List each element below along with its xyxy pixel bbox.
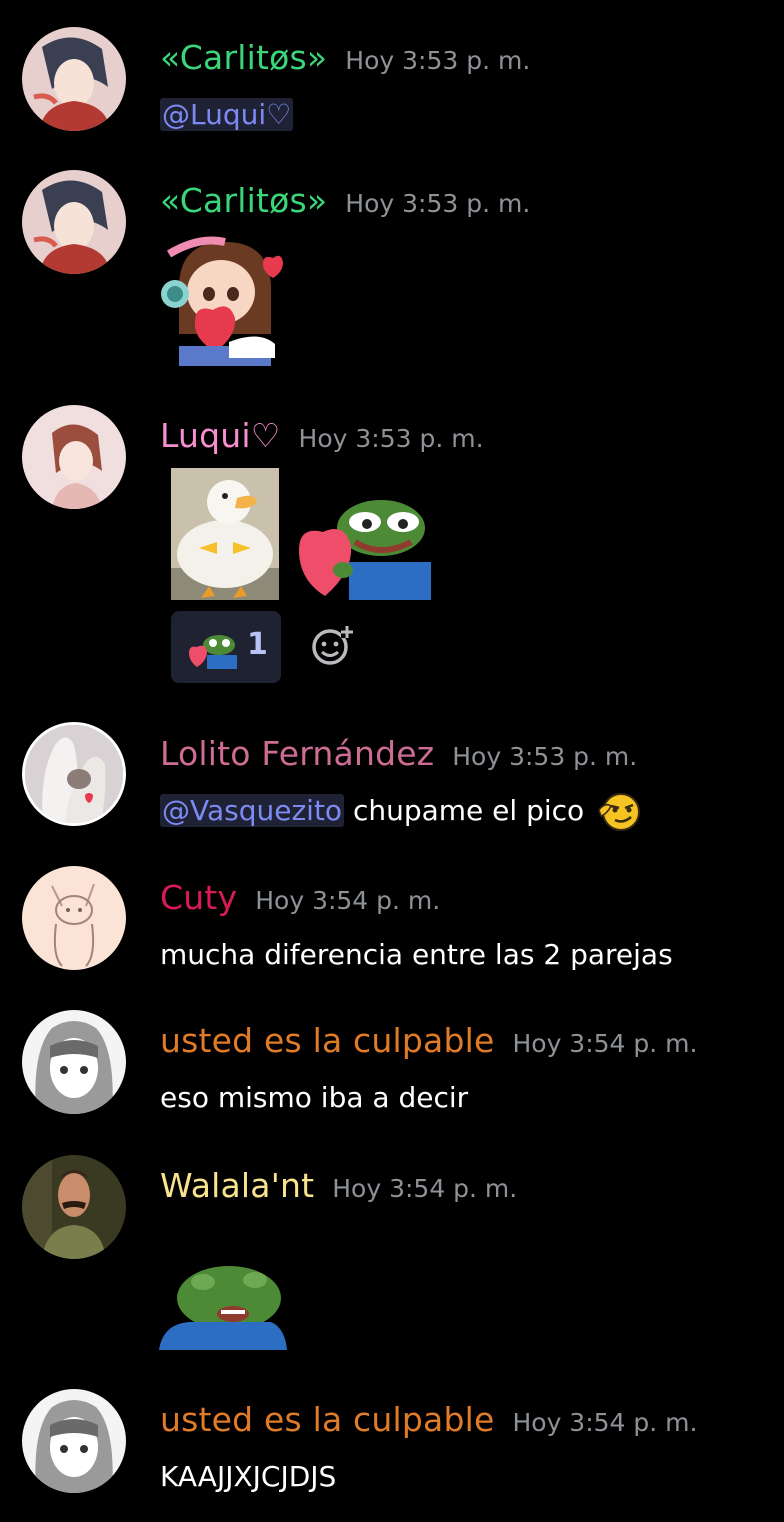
- reaction-count: 1: [247, 627, 268, 662]
- anime-boy-avatar[interactable]: [22, 170, 126, 274]
- pepe-heart-sticker[interactable]: [299, 496, 431, 600]
- duck-sticker[interactable]: [171, 468, 279, 600]
- add-reaction-icon[interactable]: [311, 624, 355, 668]
- message-text: mucha diferencia entre las 2 parejas: [160, 938, 673, 971]
- username[interactable]: «Carlitøs»: [160, 38, 327, 77]
- creature-sketch-avatar[interactable]: [22, 866, 126, 970]
- username[interactable]: Cuty: [160, 878, 237, 917]
- timestamp: Hoy 3:54 p. m.: [332, 1174, 518, 1203]
- anime-boy-avatar[interactable]: [22, 27, 126, 131]
- user-mention[interactable]: @Luqui♡: [160, 98, 294, 131]
- timestamp: Hoy 3:53 p. m.: [345, 46, 531, 75]
- timestamp: Hoy 3:54 p. m.: [512, 1408, 698, 1437]
- username[interactable]: usted es la culpable: [160, 1021, 494, 1060]
- reaction-button[interactable]: 1: [171, 611, 281, 683]
- timestamp: Hoy 3:54 p. m.: [255, 886, 441, 915]
- manga-girl-avatar[interactable]: [22, 1010, 126, 1114]
- timestamp: Hoy 3:54 p. m.: [512, 1029, 698, 1058]
- user-mention[interactable]: @Vasquezito: [160, 794, 345, 827]
- dva-heart-sticker[interactable]: [159, 234, 291, 366]
- username[interactable]: Lolito Fernández: [160, 734, 434, 773]
- message-text: eso mismo iba a decir: [160, 1081, 469, 1114]
- manga-girl-avatar[interactable]: [22, 1389, 126, 1493]
- timestamp: Hoy 3:53 p. m.: [298, 424, 484, 453]
- man-mustache-avatar[interactable]: [22, 1155, 126, 1259]
- pepe-shocked-sticker[interactable]: [159, 1262, 287, 1350]
- cat-avatar[interactable]: [22, 722, 126, 826]
- message-text: KAAJJXJCJDJS: [160, 1460, 337, 1493]
- smirk-face-emoji: [597, 792, 641, 832]
- username[interactable]: usted es la culpable: [160, 1400, 494, 1439]
- username[interactable]: Walala'nt: [160, 1166, 314, 1205]
- username[interactable]: Luqui♡: [160, 416, 281, 455]
- pepe-heart-emoji: [189, 633, 237, 673]
- timestamp: Hoy 3:53 p. m.: [452, 742, 638, 771]
- username[interactable]: «Carlitøs»: [160, 181, 327, 220]
- anime-girl-avatar[interactable]: [22, 405, 126, 509]
- message-text: chupame el pico: [344, 794, 585, 827]
- timestamp: Hoy 3:53 p. m.: [345, 189, 531, 218]
